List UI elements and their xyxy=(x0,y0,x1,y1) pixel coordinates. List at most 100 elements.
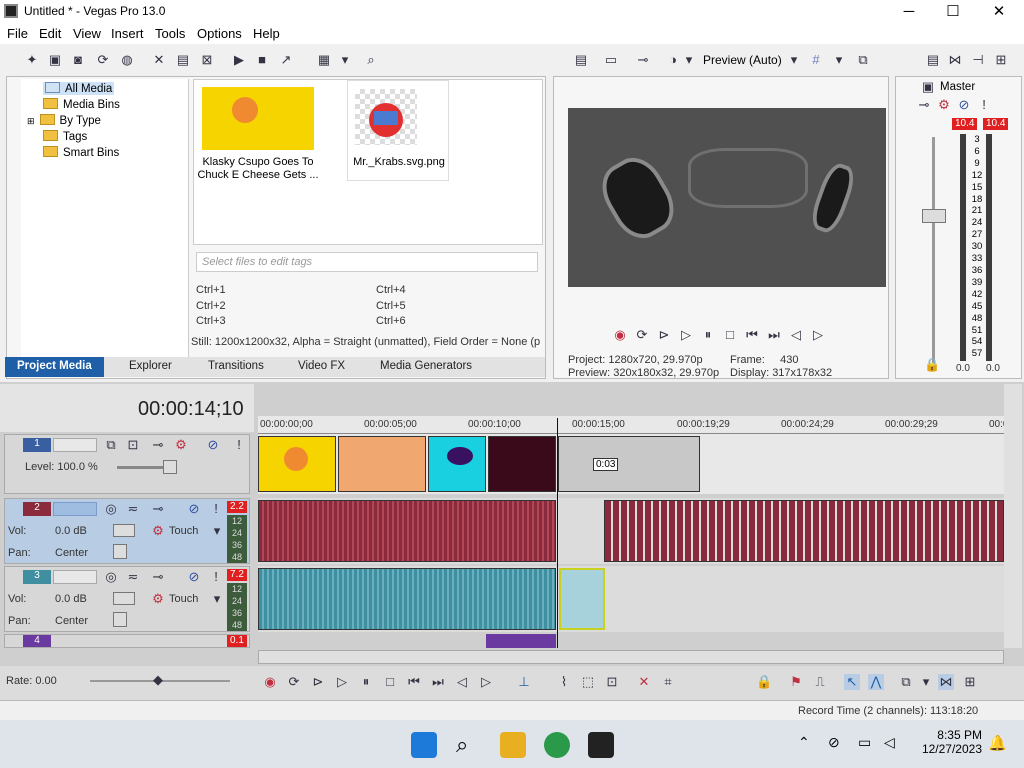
network-icon[interactable]: ⊘ xyxy=(828,734,840,751)
zoom-tool-icon[interactable]: ⊡ xyxy=(604,674,620,690)
insert-marker-icon[interactable]: ⚑ xyxy=(788,674,804,690)
capture-icon[interactable]: ◙ xyxy=(70,52,86,68)
loop-icon[interactable]: ⟳ xyxy=(286,674,302,690)
menu-tools[interactable]: Tools xyxy=(155,26,185,41)
tree-media-bins[interactable]: Media Bins xyxy=(43,98,120,111)
track-name-field[interactable] xyxy=(53,570,97,584)
mute-icon[interactable]: ⊘ xyxy=(186,569,202,585)
level-slider-thumb[interactable] xyxy=(163,460,177,474)
video-clip[interactable] xyxy=(338,436,426,492)
play-icon[interactable]: ▷ xyxy=(678,327,694,343)
search-icon[interactable]: ⌕ xyxy=(456,732,468,758)
menu-edit[interactable]: Edit xyxy=(39,26,61,41)
delete-icon[interactable]: ✕ xyxy=(636,674,652,690)
notification-bell-icon[interactable]: 🔔 xyxy=(988,734,1007,752)
stop-icon[interactable]: □ xyxy=(722,327,738,343)
master-mute-icon[interactable]: ⊘ xyxy=(956,97,972,113)
pan-slider[interactable] xyxy=(113,544,127,559)
close-button[interactable]: ✕ xyxy=(976,0,1022,24)
menu-options[interactable]: Options xyxy=(197,26,242,41)
audio-clip-selected[interactable] xyxy=(559,568,605,630)
maximize-button[interactable]: ☐ xyxy=(930,0,976,24)
media-item-image[interactable]: Mr._Krabs.svg.png xyxy=(347,80,449,181)
ripple-mode-icon[interactable]: ⧉ xyxy=(898,674,914,690)
track-header-1[interactable]: 1 ⧉ ⊡ ⊸ ⚙ ⊘ ! Level: 100.0 % xyxy=(4,434,250,494)
stop-preview-icon[interactable]: ■ xyxy=(254,52,270,68)
track-gear-icon[interactable]: ⚙ xyxy=(173,437,189,453)
menu-insert[interactable]: Insert xyxy=(111,26,144,41)
quality-dropdown-icon[interactable]: ▾ xyxy=(786,52,802,68)
video-clip[interactable] xyxy=(558,436,700,492)
stop-icon[interactable]: □ xyxy=(382,674,398,690)
track-fx-icon[interactable]: ⊸ xyxy=(150,569,166,585)
wand-icon[interactable]: ✦ xyxy=(24,52,40,68)
track-name-field[interactable] xyxy=(53,502,97,516)
ripple-dropdown-icon[interactable]: ▾ xyxy=(918,674,934,690)
vertical-scrollbar[interactable] xyxy=(1004,384,1022,648)
mixer-properties-icon[interactable]: ▤ xyxy=(925,52,941,68)
media-fx-icon[interactable]: ⊠ xyxy=(199,52,215,68)
video-clip[interactable] xyxy=(428,436,486,492)
arm-record-icon[interactable]: ◎ xyxy=(103,501,119,517)
audio-clip-track4[interactable] xyxy=(486,634,556,648)
expand-icon[interactable]: ⊞ xyxy=(27,116,35,126)
pause-icon[interactable]: ⏸ xyxy=(700,327,716,343)
overlays-icon[interactable]: # xyxy=(808,52,824,68)
mode-dropdown-icon[interactable]: ▾ xyxy=(209,591,225,607)
snapping-icon[interactable]: ⋀ xyxy=(868,674,884,690)
downmix-icon[interactable]: ⋈ xyxy=(947,52,963,68)
audio-clip[interactable] xyxy=(604,500,1004,562)
tab-explorer[interactable]: Explorer xyxy=(129,360,172,372)
next-frame-icon[interactable]: ▷ xyxy=(478,674,494,690)
menu-help[interactable]: Help xyxy=(253,26,280,41)
go-to-start-icon[interactable]: ⏮ xyxy=(744,327,760,343)
go-to-start-icon[interactable]: ⏮ xyxy=(406,674,422,690)
search-icon[interactable]: ⌕ xyxy=(363,52,379,68)
external-monitor-icon[interactable]: ▭ xyxy=(603,52,619,68)
display-icon[interactable]: ▭ xyxy=(858,734,871,751)
crossfade-icon[interactable]: ⋈ xyxy=(938,674,954,690)
tree-by-type[interactable]: ⊞ By Type xyxy=(27,114,101,127)
automation-gear-icon[interactable]: ⚙ xyxy=(150,523,166,539)
refresh-icon[interactable]: ⟳ xyxy=(95,52,111,68)
pan-slider[interactable] xyxy=(113,612,127,627)
split-dropdown-icon[interactable]: ▾ xyxy=(681,52,697,68)
master-fader[interactable] xyxy=(922,209,946,223)
preview-quality[interactable]: Preview (Auto) xyxy=(703,53,782,67)
delete-icon[interactable]: ✕ xyxy=(151,52,167,68)
copy-snapshot-icon[interactable]: ⧉ xyxy=(855,52,871,68)
mute-icon[interactable]: ⊘ xyxy=(205,437,221,453)
web-icon[interactable]: ◍ xyxy=(119,52,135,68)
tree-all-media[interactable]: All Media xyxy=(43,82,115,95)
play-from-start-icon[interactable]: ⊳ xyxy=(656,327,672,343)
properties-icon[interactable]: ▤ xyxy=(175,52,191,68)
mute-icon[interactable]: ⊘ xyxy=(186,501,202,517)
automation-gear-icon[interactable]: ⚙ xyxy=(150,591,166,607)
loop-icon[interactable]: ⟳ xyxy=(634,327,650,343)
motion-icon[interactable]: ⊡ xyxy=(125,437,141,453)
solo-icon[interactable]: ! xyxy=(208,501,224,517)
play-preview-icon[interactable]: ▶ xyxy=(231,52,247,68)
record-icon[interactable]: ◉ xyxy=(612,327,628,343)
play-from-start-icon[interactable]: ⊳ xyxy=(310,674,326,690)
track-header-3[interactable]: 3 ◎ ≂ ⊸ ⊘ ! 7.2 Vol: 0.0 dB ⚙ Touch ▾ Pa… xyxy=(4,566,250,632)
volume-icon[interactable]: ◁ xyxy=(884,734,895,751)
insert-region-icon[interactable]: ⎍ xyxy=(812,674,828,690)
menu-view[interactable]: View xyxy=(73,26,101,41)
solo-icon[interactable]: ! xyxy=(208,569,224,585)
media-item-video[interactable]: Klasky Csupo Goes To Chuck E Cheese Gets… xyxy=(195,82,319,181)
group-icon[interactable]: ⊞ xyxy=(962,674,978,690)
menu-file[interactable]: File xyxy=(7,26,28,41)
audio-clip[interactable] xyxy=(258,568,556,630)
tree-smart-bins[interactable]: Smart Bins xyxy=(43,146,119,159)
lock-icon[interactable]: 🔒 xyxy=(924,357,940,373)
prev-frame-icon[interactable]: ◁ xyxy=(454,674,470,690)
track-header-2[interactable]: 2 ◎ ≂ ⊸ ⊘ ! 2.2 Vol: 0.0 dB ⚙ Touch ▾ Pa… xyxy=(4,498,250,564)
minimize-button[interactable]: ─ xyxy=(886,0,932,24)
views-dropdown-icon[interactable]: ▾ xyxy=(337,52,353,68)
auto-ripple-icon[interactable]: ↖ xyxy=(844,674,860,690)
playhead[interactable] xyxy=(557,418,558,648)
dim-icon[interactable]: ⊣ xyxy=(970,52,986,68)
start-icon[interactable] xyxy=(411,732,437,758)
invert-phase-icon[interactable]: ≂ xyxy=(125,501,141,517)
